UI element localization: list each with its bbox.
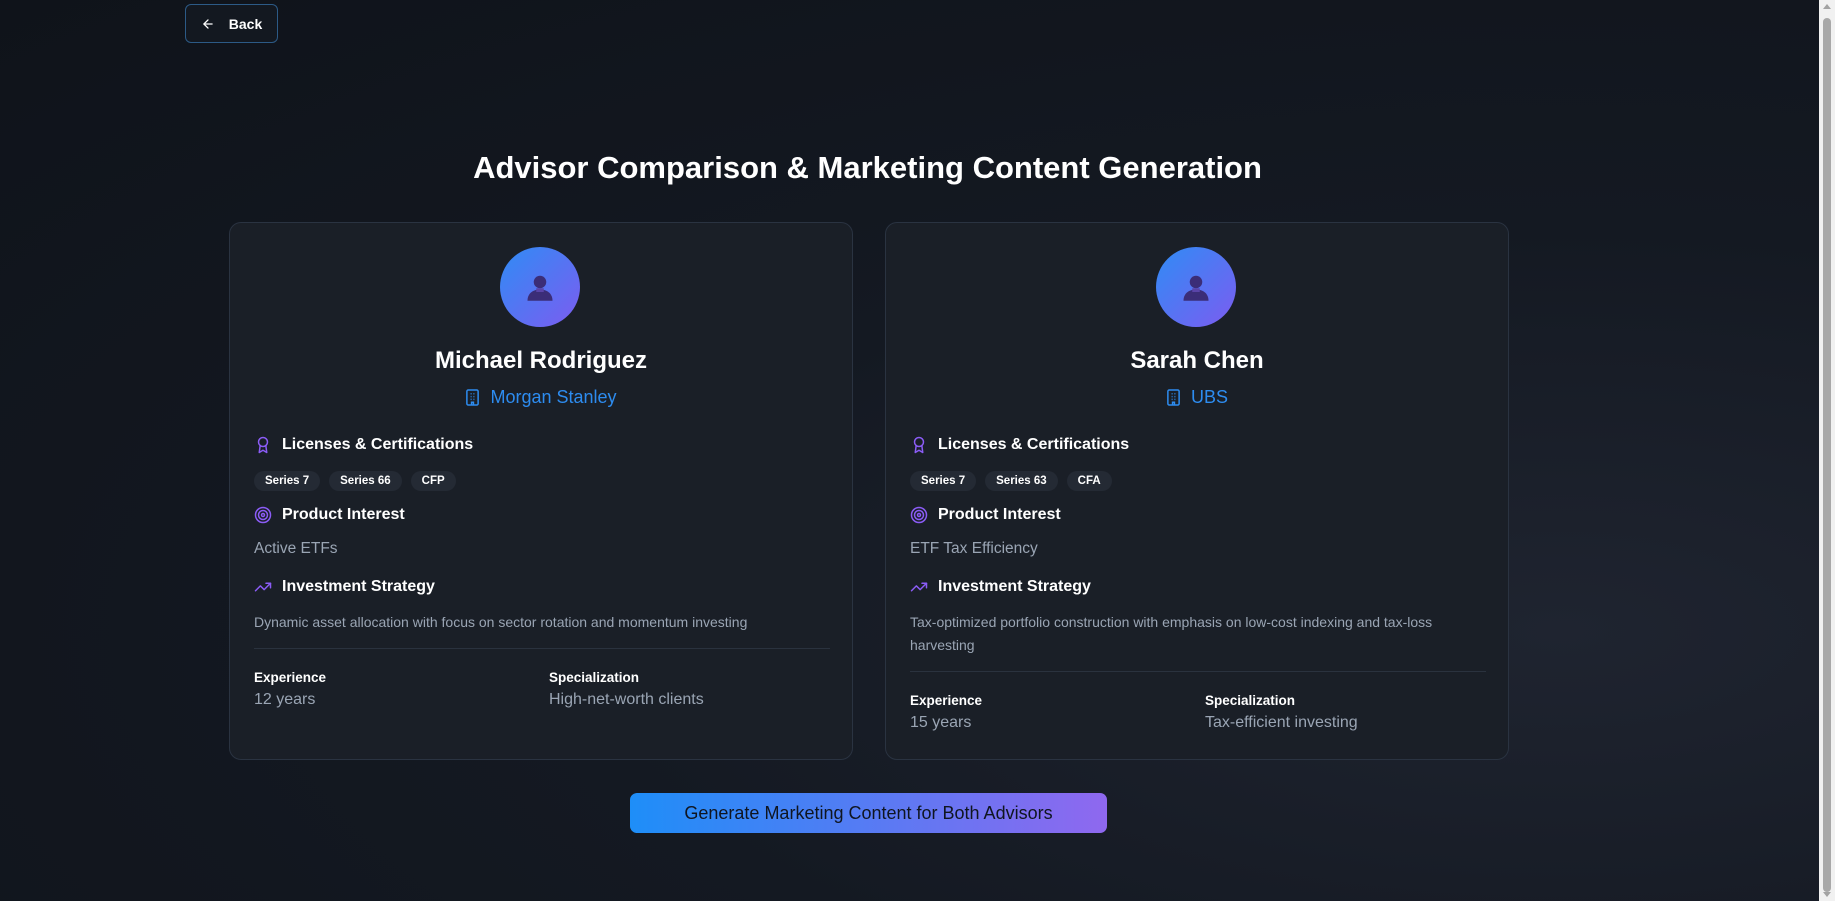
target-icon: [910, 506, 928, 524]
experience-label: Experience: [254, 670, 327, 685]
investment-strategy-heading: Investment Strategy: [254, 578, 435, 596]
user-icon: [1183, 275, 1209, 301]
license-badge: Series 63: [985, 471, 1058, 491]
experience-label: Experience: [910, 693, 983, 708]
specialization-stat: Specialization Tax-efficient investing: [1205, 693, 1358, 732]
building-icon: [1167, 389, 1180, 406]
avatar: [1156, 247, 1236, 327]
scroll-down-arrow[interactable]: [1823, 892, 1831, 897]
specialization-value: Tax-efficient investing: [1205, 714, 1358, 731]
avatar: [500, 247, 580, 327]
investment-strategy-value: Tax-optimized portfolio construction wit…: [910, 614, 1433, 653]
licenses-heading: Licenses & Certifications: [254, 436, 473, 454]
advisor-firm: Morgan Stanley: [230, 387, 852, 408]
user-icon: [527, 275, 553, 301]
target-icon: [254, 506, 272, 524]
page-title: Advisor Comparison & Marketing Content G…: [473, 150, 1262, 185]
specialization-label: Specialization: [1205, 693, 1296, 708]
investment-strategy-heading-label: Investment Strategy: [938, 578, 1091, 595]
investment-strategy-heading-label: Investment Strategy: [282, 578, 435, 595]
product-interest-value: Active ETFs: [254, 540, 338, 557]
scroll-up-arrow[interactable]: [1823, 4, 1831, 9]
experience-stat: Experience 15 years: [910, 693, 982, 732]
product-interest-heading: Product Interest: [910, 506, 1061, 524]
license-badge: Series 7: [254, 471, 321, 491]
licenses-heading: Licenses & Certifications: [910, 436, 1129, 454]
scrollbar-thumb[interactable]: [1823, 18, 1831, 892]
building-icon: [466, 389, 480, 406]
product-interest-heading-label: Product Interest: [282, 506, 405, 523]
product-interest-heading-label: Product Interest: [938, 506, 1061, 523]
license-badges: Series 7 Series 66 CFP: [254, 471, 456, 491]
investment-strategy-value: Dynamic asset allocation with focus on s…: [254, 614, 748, 630]
specialization-label: Specialization: [549, 670, 640, 685]
specialization-value: High-net-worth clients: [549, 691, 704, 708]
license-badge: CFP: [410, 471, 456, 491]
licenses-heading-label: Licenses & Certifications: [282, 436, 474, 453]
advisor-name: Sarah Chen: [1130, 347, 1264, 374]
specialization-stat: Specialization High-net-worth clients: [549, 670, 704, 709]
licenses-heading-label: Licenses & Certifications: [938, 436, 1130, 453]
license-badge: Series 7: [910, 471, 977, 491]
firm-name: UBS: [1190, 387, 1228, 407]
product-interest-value: ETF Tax Efficiency: [910, 540, 1038, 557]
award-icon: [257, 436, 269, 454]
license-badge: Series 66: [329, 471, 402, 491]
investment-strategy-heading: Investment Strategy: [910, 578, 1091, 596]
divider: [254, 648, 830, 649]
advisor-name: Michael Rodriguez: [434, 347, 648, 374]
divider: [910, 671, 1486, 672]
award-icon: [913, 436, 925, 454]
generate-marketing-content-button[interactable]: Generate Marketing Content for Both Advi…: [630, 793, 1107, 833]
back-button[interactable]: Back: [185, 4, 278, 43]
advisor-firm: UBS: [886, 387, 1508, 408]
trending-up-icon: [910, 582, 928, 592]
back-label: Back: [228, 15, 263, 32]
page-scrollbar[interactable]: [1819, 0, 1835, 901]
experience-value: 12 years: [254, 691, 316, 708]
trending-up-icon: [254, 582, 272, 592]
arrow-left-icon: [203, 18, 213, 29]
advisor-card-michael-rodriguez: Michael Rodriguez Morgan Stanley License…: [229, 222, 853, 760]
license-badges: Series 7 Series 63 CFA: [910, 471, 1112, 491]
experience-value: 15 years: [910, 714, 972, 731]
advisor-card-sarah-chen: Sarah Chen UBS Licenses & Certifications…: [885, 222, 1509, 760]
product-interest-heading: Product Interest: [254, 506, 405, 524]
experience-stat: Experience 12 years: [254, 670, 326, 709]
license-badge: CFA: [1066, 471, 1112, 491]
firm-name: Morgan Stanley: [490, 387, 617, 407]
